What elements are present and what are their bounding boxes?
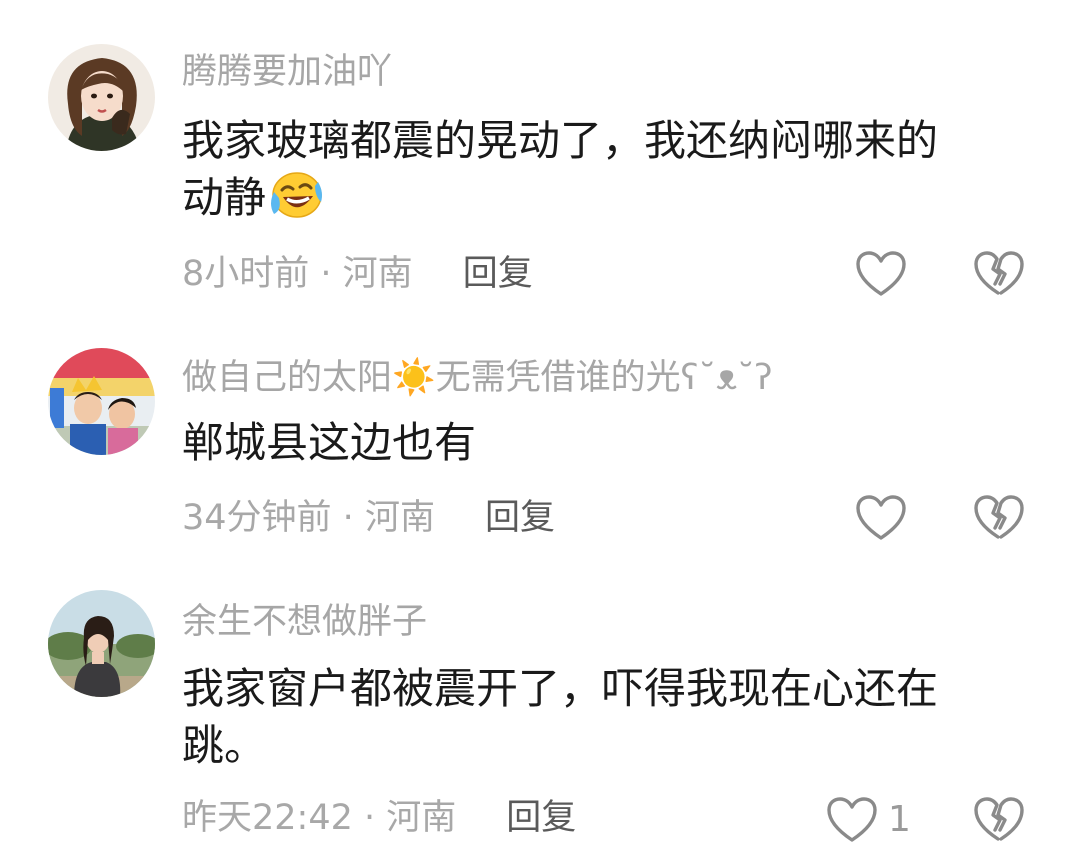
comment-text-line: 动静: [182, 169, 1012, 226]
comment-text-line: 我家玻璃都震的晃动了，我还纳闷哪来的: [182, 116, 939, 165]
username[interactable]: 余生不想做胖子: [182, 600, 427, 644]
username[interactable]: 做自己的太阳☀️无需凭借谁的光ʕ˘ᴥ˘ʔ: [182, 356, 773, 400]
location: 河南: [342, 254, 413, 294]
comment-item: 腾腾要加油吖 我家玻璃都震的晃动了，我还纳闷哪来的 动静 8小时前 · 河南 回复: [0, 0, 1080, 310]
comment-meta: 34分钟前 · 河南 回复: [182, 496, 555, 540]
like-heart-icon[interactable]: [826, 796, 878, 844]
timestamp: 昨天22:42: [182, 798, 353, 838]
timestamp: 8小时前: [182, 254, 310, 294]
like-heart-icon[interactable]: [855, 250, 907, 298]
separator: ·: [331, 498, 365, 538]
laugh-crying-emoji-icon: [266, 170, 324, 220]
comment-text-line: 郸城县这边也有: [182, 418, 477, 467]
like-count: 1: [888, 799, 911, 840]
avatar[interactable]: [48, 348, 155, 455]
comment-text: 我家窗户都被震开了，吓得我现在心还在 跳。: [182, 660, 1012, 774]
comment-item: 余生不想做胖子 我家窗户都被震开了，吓得我现在心还在 跳。 昨天22:42 · …: [0, 560, 1080, 867]
comment-meta: 8小时前 · 河南 回复: [182, 252, 533, 296]
avatar[interactable]: [48, 590, 155, 697]
comment-text-segment: 动静: [182, 173, 267, 222]
separator: ·: [352, 798, 387, 838]
broken-heart-icon[interactable]: [974, 495, 1024, 541]
like-heart-icon[interactable]: [855, 494, 907, 542]
timestamp: 34分钟前: [182, 498, 332, 538]
separator: ·: [309, 254, 343, 294]
comment-text-line: 跳。: [182, 721, 267, 770]
comment-item: 做自己的太阳☀️无需凭借谁的光ʕ˘ᴥ˘ʔ 郸城县这边也有 34分钟前 · 河南 回…: [0, 310, 1080, 560]
username[interactable]: 腾腾要加油吖: [182, 50, 392, 94]
reply-button[interactable]: 回复: [485, 498, 555, 538]
location: 河南: [386, 798, 457, 838]
reply-button[interactable]: 回复: [506, 798, 576, 838]
comment-text-line: 我家窗户都被震开了，吓得我现在心还在: [182, 664, 939, 713]
broken-heart-icon[interactable]: [974, 797, 1024, 843]
comment-text: 郸城县这边也有: [182, 414, 1012, 471]
reply-button[interactable]: 回复: [463, 254, 533, 294]
comment-text: 我家玻璃都震的晃动了，我还纳闷哪来的 动静: [182, 112, 1012, 226]
comment-meta: 昨天22:42 · 河南 回复: [182, 796, 576, 840]
location: 河南: [364, 498, 435, 538]
avatar[interactable]: [48, 44, 155, 151]
broken-heart-icon[interactable]: [974, 251, 1024, 297]
